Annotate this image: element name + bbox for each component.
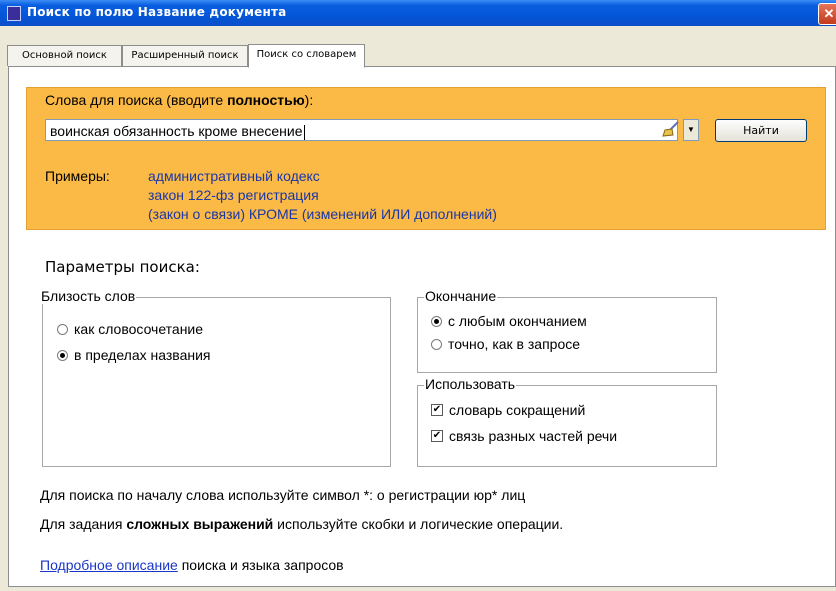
proximity-legend: Близость слов [40, 288, 137, 304]
checkbox-parts-of-speech[interactable]: ✔ [431, 430, 443, 443]
radio-exact-ending[interactable] [431, 338, 442, 350]
hint-complex-expressions: Для задания сложных выражений используйт… [40, 516, 564, 532]
tab-dictionary-search[interactable]: Поиск со словарем [248, 44, 365, 68]
hint-prefix-search: Для поиска по началу слова используйте с… [40, 487, 526, 503]
help-line: Подробное описание поиска и языка запрос… [40, 557, 344, 573]
radio-phrase[interactable] [57, 323, 68, 335]
app-icon [7, 6, 21, 21]
tab-basic-search[interactable]: Основной поиск [7, 45, 122, 66]
example-link-3[interactable]: (закон о связи) КРОМЕ (изменений ИЛИ доп… [148, 206, 497, 222]
example-link-1[interactable]: административный кодекс [148, 168, 320, 184]
use-option-parts-of-speech[interactable]: ✔ связь разных частей речи [431, 428, 617, 444]
search-input-value: воинская обязанность кроме внесение [50, 123, 303, 139]
examples-label: Примеры: [45, 168, 110, 184]
ending-group [417, 297, 717, 373]
radio-any-ending[interactable] [431, 315, 442, 327]
proximity-option-phrase[interactable]: как словосочетание [57, 321, 203, 337]
search-dialog-window: Поиск по полю Название документа ✕ Основ… [0, 0, 836, 591]
title-bar[interactable]: Поиск по полю Название документа ✕ [0, 0, 836, 26]
search-input[interactable]: воинская обязанность кроме внесение [45, 119, 678, 141]
ending-option-any[interactable]: с любым окончанием [431, 313, 587, 329]
example-link-2[interactable]: закон 122-фз регистрация [148, 187, 319, 203]
proximity-option-within-title[interactable]: в пределах названия [57, 347, 211, 363]
text-caret [303, 124, 305, 140]
params-title: Параметры поиска: [45, 258, 200, 276]
find-button[interactable]: Найти [715, 119, 807, 142]
ending-legend: Окончание [424, 288, 498, 304]
use-option-abbreviations[interactable]: ✔ словарь сокращений [431, 402, 585, 418]
radio-within-title[interactable] [57, 349, 68, 361]
use-legend: Использовать [424, 376, 517, 392]
close-button[interactable]: ✕ [818, 3, 836, 25]
history-dropdown-button[interactable]: ▼ [683, 119, 699, 141]
tab-extended-search[interactable]: Расширенный поиск [122, 45, 248, 66]
window-title: Поиск по полю Название документа [27, 5, 287, 19]
ending-option-exact[interactable]: точно, как в запросе [431, 336, 580, 352]
detailed-description-link[interactable]: Подробное описание [40, 557, 178, 573]
broom-icon-graphic [662, 121, 679, 137]
broom-icon[interactable] [660, 121, 682, 139]
checkbox-abbreviations[interactable]: ✔ [431, 404, 443, 417]
use-group [417, 385, 717, 467]
search-label: Слова для поиска (вводите полностью): [45, 92, 314, 108]
